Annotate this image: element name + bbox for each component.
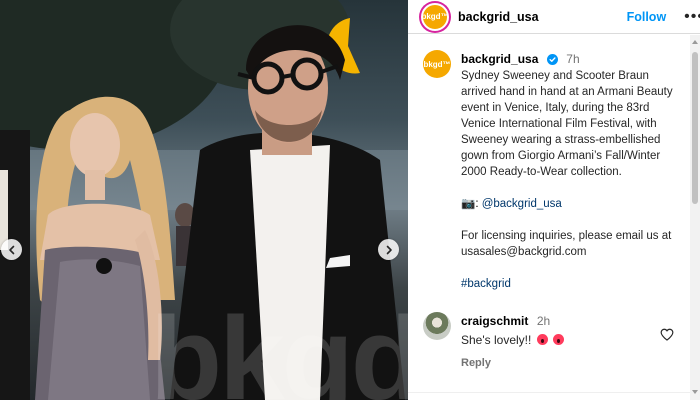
- commenter-avatar[interactable]: [423, 312, 451, 340]
- post-header: bkgd™ backgrid_usa Follow •••: [408, 0, 700, 34]
- post-sidebar: bkgd™ backgrid_usa Follow ••• bkgd™ back…: [408, 0, 700, 400]
- chevron-left-icon: [8, 245, 14, 254]
- post-media[interactable]: bkgd: [0, 0, 408, 400]
- comment-text: She's lovely!!: [461, 333, 532, 347]
- photo-credit-line: 📷: @backgrid_usa: [461, 196, 680, 212]
- heart-outline-icon[interactable]: [660, 328, 674, 341]
- credit-mention-link[interactable]: @backgrid_usa: [482, 198, 562, 210]
- caption-body: backgrid_usa 7h Sydney Sweeney and Scoot…: [461, 50, 680, 292]
- scroll-down-arrow-icon[interactable]: [692, 390, 698, 394]
- caption-avatar-logo-text: bkgd™: [423, 59, 451, 69]
- avatar-logo-text: bkgd™: [421, 12, 449, 21]
- verified-badge-icon: [546, 54, 558, 65]
- comment-body: craigschmit 2h She's lovely!! Reply: [461, 312, 565, 369]
- caption-meta: backgrid_usa 7h: [461, 50, 680, 68]
- author-avatar[interactable]: bkgd™: [421, 2, 449, 31]
- scrollbar-thumb[interactable]: [692, 52, 698, 204]
- next-photo-button[interactable]: [378, 239, 399, 260]
- caption-timestamp[interactable]: 7h: [566, 52, 579, 66]
- astonished-face-emoji-icon: [536, 334, 548, 345]
- section-divider: [408, 392, 690, 393]
- author-username[interactable]: backgrid_usa: [458, 10, 539, 24]
- comments-scroll-area[interactable]: bkgd™ backgrid_usa 7h Sydney Sweeney and…: [408, 35, 700, 400]
- caption-text: Sydney Sweeney and Scooter Braun arrived…: [461, 70, 673, 178]
- previous-photo-button[interactable]: [1, 239, 22, 260]
- comment-timestamp[interactable]: 2h: [537, 314, 550, 328]
- photo-watermark: bkgd: [150, 293, 408, 400]
- licensing-text: For licensing inquiries, please email us…: [461, 230, 672, 258]
- comment-meta: craigschmit 2h: [461, 312, 564, 330]
- astonished-face-emoji-icon: [553, 334, 565, 345]
- commenter-username[interactable]: craigschmit: [461, 314, 528, 328]
- chevron-right-icon: [386, 245, 392, 254]
- caption-author-avatar[interactable]: bkgd™: [423, 50, 451, 78]
- comment-text-line: She's lovely!!: [461, 333, 565, 347]
- follow-button[interactable]: Follow: [627, 10, 667, 24]
- scroll-up-arrow-icon[interactable]: [692, 40, 698, 44]
- post-caption: bkgd™ backgrid_usa 7h Sydney Sweeney and…: [408, 35, 700, 292]
- camera-emoji: 📷:: [461, 198, 479, 210]
- comment-item: craigschmit 2h She's lovely!! Reply: [408, 312, 700, 369]
- caption-username[interactable]: backgrid_usa: [461, 52, 538, 66]
- hashtag-link[interactable]: #backgrid: [461, 276, 680, 292]
- more-options-icon[interactable]: •••: [684, 8, 700, 25]
- reply-button[interactable]: Reply: [461, 357, 564, 369]
